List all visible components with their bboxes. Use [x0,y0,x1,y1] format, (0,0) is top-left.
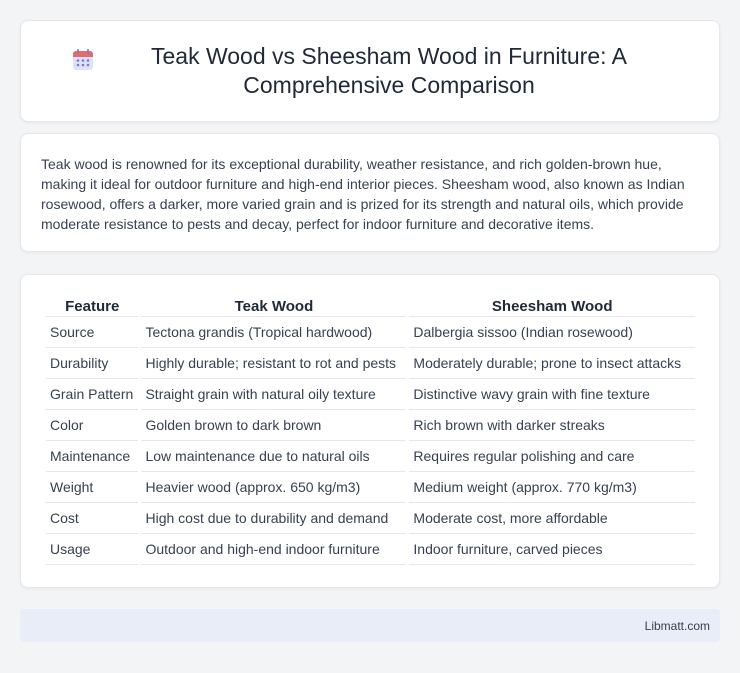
header-teak: Teak Wood [141,295,407,317]
table-row: Source Tectona grandis (Tropical hardwoo… [46,317,695,348]
header-feature: Feature [46,295,139,317]
calendar-icon [73,49,93,70]
cell-teak: High cost due to durability and demand [141,503,407,534]
footer-brand-link[interactable]: Libmatt.com [645,619,710,633]
cell-feature: Maintenance [46,441,139,472]
header-sheesham: Sheesham Wood [409,295,695,317]
cell-sheesham: Moderately durable; prone to insect atta… [409,348,695,379]
cell-teak: Heavier wood (approx. 650 kg/m3) [141,472,407,503]
cell-feature: Grain Pattern [46,379,139,410]
cell-feature: Durability [46,348,139,379]
cell-teak: Outdoor and high-end indoor furniture [141,534,407,565]
cell-sheesham: Medium weight (approx. 770 kg/m3) [409,472,695,503]
footer: Libmatt.com [20,609,720,642]
cell-teak: Golden brown to dark brown [141,410,407,441]
comparison-table-card: Feature Teak Wood Sheesham Wood Source T… [20,274,720,588]
table-row: Color Golden brown to dark brown Rich br… [46,410,695,441]
cell-feature: Color [46,410,139,441]
cell-sheesham: Rich brown with darker streaks [409,410,695,441]
intro-card: Teak wood is renowned for its exceptiona… [20,133,720,252]
cell-sheesham: Moderate cost, more affordable [409,503,695,534]
table-row: Usage Outdoor and high-end indoor furnit… [46,534,695,565]
table-row: Grain Pattern Straight grain with natura… [46,379,695,410]
cell-feature: Weight [46,472,139,503]
header-content: Teak Wood vs Sheesham Wood in Furniture:… [50,42,690,100]
cell-teak: Highly durable; resistant to rot and pes… [141,348,407,379]
table-row: Durability Highly durable; resistant to … [46,348,695,379]
cell-sheesham: Dalbergia sissoo (Indian rosewood) [409,317,695,348]
cell-sheesham: Indoor furniture, carved pieces [409,534,695,565]
table-header-row: Feature Teak Wood Sheesham Wood [46,295,695,317]
comparison-table: Feature Teak Wood Sheesham Wood Source T… [43,295,698,565]
cell-feature: Usage [46,534,139,565]
cell-feature: Cost [46,503,139,534]
cell-sheesham: Distinctive wavy grain with fine texture [409,379,695,410]
cell-teak: Low maintenance due to natural oils [141,441,407,472]
cell-teak: Straight grain with natural oily texture [141,379,407,410]
page-title: Teak Wood vs Sheesham Wood in Furniture:… [150,43,627,98]
table-row: Cost High cost due to durability and dem… [46,503,695,534]
table-row: Maintenance Low maintenance due to natur… [46,441,695,472]
table-row: Weight Heavier wood (approx. 650 kg/m3) … [46,472,695,503]
cell-teak: Tectona grandis (Tropical hardwood) [141,317,407,348]
cell-sheesham: Requires regular polishing and care [409,441,695,472]
cell-feature: Source [46,317,139,348]
intro-text: Teak wood is renowned for its exceptiona… [41,156,685,232]
header-card: Teak Wood vs Sheesham Wood in Furniture:… [20,20,720,122]
